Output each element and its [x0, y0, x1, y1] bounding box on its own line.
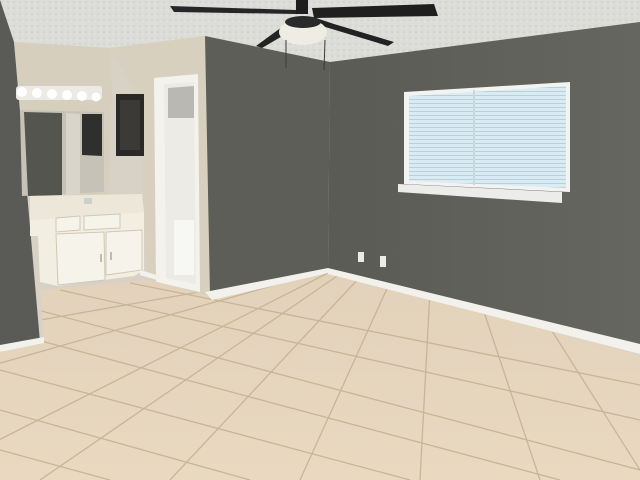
room-photo — [0, 0, 640, 480]
medicine-cabinet — [116, 94, 144, 156]
bathroom-mirror — [20, 110, 104, 196]
room-illustration — [0, 0, 640, 480]
center-wall — [205, 36, 330, 296]
bathroom-doorway — [154, 74, 200, 292]
window-with-blinds — [398, 82, 570, 203]
bathroom-vanity-cabinet — [30, 194, 144, 286]
vanity-light-bar — [16, 86, 102, 102]
